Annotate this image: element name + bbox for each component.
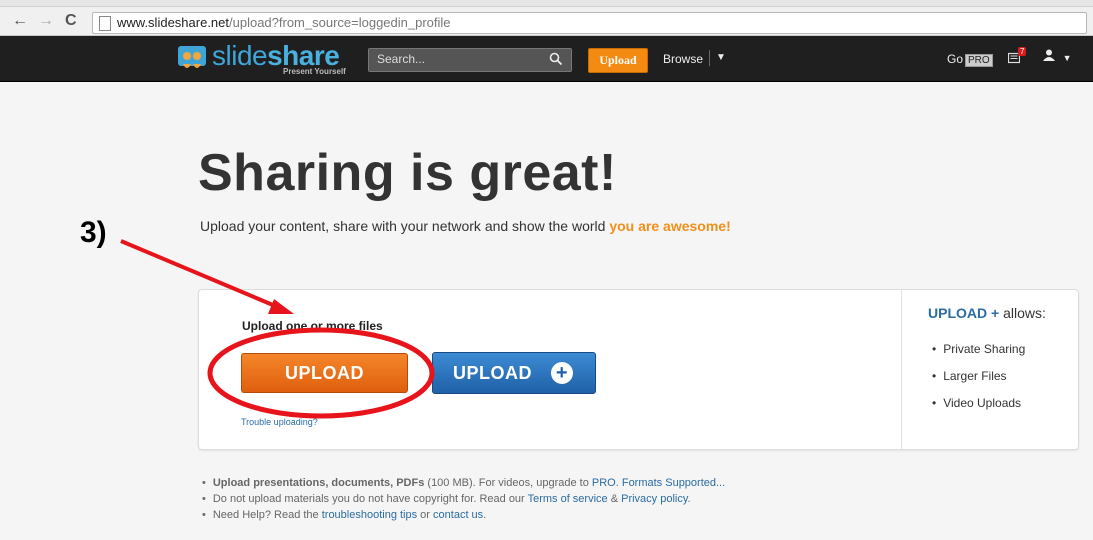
terms-of-service-link[interactable]: Terms of service [528, 493, 608, 505]
formats-supported-link[interactable]: Formats Supported... [622, 477, 725, 489]
pro-link[interactable]: PRO [592, 477, 616, 489]
page-title: Sharing is great! [198, 144, 617, 202]
list-item: Upload presentations, documents, PDFs (1… [202, 477, 725, 493]
step-annotation: 3) [80, 216, 107, 249]
upload-notes: Upload presentations, documents, PDFs (1… [202, 477, 725, 525]
browser-toolbar: ← → C www.slideshare.net/upload?from_sou… [0, 0, 1093, 36]
allows-title: UPLOAD + allows: [928, 305, 1046, 321]
files-label: Upload one or more files [242, 319, 383, 333]
browse-divider [709, 50, 710, 66]
list-item: Video Uploads [932, 396, 1025, 423]
url-text: www.slideshare.net/upload?from_source=lo… [117, 15, 451, 30]
pro-badge: PRO [965, 54, 993, 67]
plus-icon: + [551, 362, 573, 384]
search-icon[interactable] [549, 52, 563, 66]
upload-plus-label: UPLOAD [453, 363, 532, 383]
trouble-uploading-link[interactable]: Trouble uploading? [241, 417, 318, 427]
site-header: slideshare Present Yourself Search... Up… [0, 36, 1093, 82]
address-bar[interactable]: www.slideshare.net/upload?from_source=lo… [92, 12, 1087, 34]
header-upload-button[interactable]: Upload [588, 48, 648, 73]
upload-button[interactable]: UPLOAD [241, 353, 408, 393]
troubleshooting-tips-link[interactable]: troubleshooting tips [322, 509, 417, 521]
user-menu[interactable]: ▼ [1043, 49, 1072, 64]
list-item: Larger Files [932, 369, 1025, 396]
contact-us-link[interactable]: contact us [433, 509, 483, 521]
page-subtitle: Upload your content, share with your net… [200, 218, 731, 234]
browse-menu[interactable]: Browse [663, 52, 703, 66]
logo-tagline: Present Yourself [283, 67, 346, 76]
back-arrow-icon[interactable]: ← [12, 13, 28, 29]
go-pro-link[interactable]: Go PRO [947, 52, 993, 67]
search-placeholder: Search... [377, 52, 426, 66]
notifications-button[interactable]: 7 [1007, 47, 1027, 69]
notification-count: 7 [1018, 47, 1027, 56]
tab-strip [0, 0, 1093, 7]
subtitle-accent: you are awesome! [609, 218, 731, 234]
privacy-policy-link[interactable]: Privacy policy [621, 493, 687, 505]
upload-panel: Upload one or more files UPLOAD UPLOAD +… [198, 289, 1079, 450]
chevron-down-icon[interactable]: ▼ [716, 52, 726, 63]
list-item: Need Help? Read the troubleshooting tips… [202, 509, 725, 525]
page-icon [99, 16, 111, 31]
search-input[interactable]: Search... [368, 48, 572, 72]
forward-arrow-icon[interactable]: → [38, 13, 54, 29]
user-menu-chevron-icon: ▼ [1062, 53, 1072, 63]
panel-divider [901, 290, 902, 449]
reload-icon[interactable]: C [65, 13, 77, 29]
upload-plus-button[interactable]: UPLOAD + [432, 352, 596, 394]
allows-list: Private Sharing Larger Files Video Uploa… [932, 342, 1025, 423]
slideshare-logo-icon[interactable] [177, 44, 207, 74]
list-item: Do not upload materials you do not have … [202, 493, 725, 509]
list-item: Private Sharing [932, 342, 1025, 369]
user-icon [1043, 49, 1055, 61]
